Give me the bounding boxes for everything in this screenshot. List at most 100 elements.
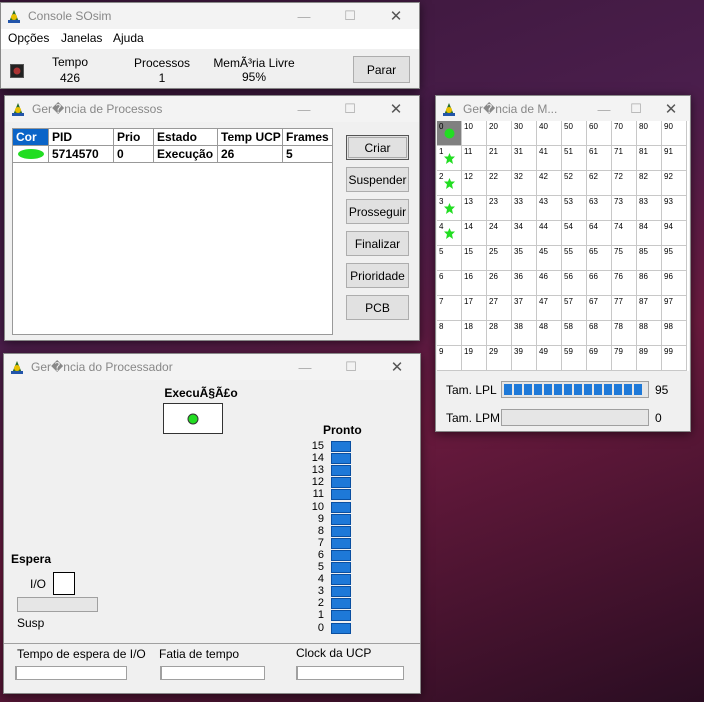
- cpu-clock-slider[interactable]: [296, 666, 404, 680]
- memory-frame[interactable]: 42: [537, 171, 562, 196]
- memory-frame[interactable]: 43: [537, 196, 562, 221]
- memory-frame[interactable]: 19: [462, 346, 487, 371]
- memory-frame[interactable]: 10: [462, 121, 487, 146]
- memory-frame[interactable]: 82: [637, 171, 662, 196]
- memory-frame[interactable]: 99: [662, 346, 687, 371]
- memory-frame[interactable]: 54: [562, 221, 587, 246]
- resume-button[interactable]: Prosseguir: [346, 199, 409, 224]
- memory-frame[interactable]: 62: [587, 171, 612, 196]
- memory-frame[interactable]: 59: [562, 346, 587, 371]
- memory-frame[interactable]: 23: [487, 196, 512, 221]
- memory-frame[interactable]: 21: [487, 146, 512, 171]
- memory-frame[interactable]: 8: [437, 321, 462, 346]
- pcb-button[interactable]: PCB: [346, 295, 409, 320]
- memory-frame[interactable]: 37: [512, 296, 537, 321]
- memory-frame[interactable]: 32: [512, 171, 537, 196]
- memory-frame[interactable]: 39: [512, 346, 537, 371]
- suspend-button[interactable]: Suspender: [346, 167, 409, 192]
- close-button[interactable]: ✕: [374, 354, 420, 380]
- memory-frame[interactable]: 81: [637, 146, 662, 171]
- memory-frame[interactable]: 53: [562, 196, 587, 221]
- memory-frame[interactable]: 6: [437, 271, 462, 296]
- memory-frame[interactable]: 47: [537, 296, 562, 321]
- process-frames-cell[interactable]: 5: [283, 146, 333, 163]
- memory-frame[interactable]: 13: [462, 196, 487, 221]
- memory-frame[interactable]: 89: [637, 346, 662, 371]
- maximize-button[interactable]: ☐: [620, 96, 652, 122]
- memory-frame[interactable]: 66: [587, 271, 612, 296]
- column-header-color[interactable]: Cor: [13, 129, 49, 146]
- memory-frame[interactable]: 56: [562, 271, 587, 296]
- memory-frame[interactable]: 79: [612, 346, 637, 371]
- memory-frame[interactable]: 31: [512, 146, 537, 171]
- memory-frame[interactable]: 83: [637, 196, 662, 221]
- memory-frame[interactable]: 67: [587, 296, 612, 321]
- process-color-cell[interactable]: [13, 146, 49, 163]
- memory-frame[interactable]: 73: [612, 196, 637, 221]
- memory-frame[interactable]: 41: [537, 146, 562, 171]
- memory-frame[interactable]: 76: [612, 271, 637, 296]
- menu-ajuda[interactable]: Ajuda: [113, 31, 144, 45]
- memory-frame[interactable]: 7: [437, 296, 462, 321]
- finish-button[interactable]: Finalizar: [346, 231, 409, 256]
- memory-frame[interactable]: 20: [487, 121, 512, 146]
- memory-frame[interactable]: 26: [487, 271, 512, 296]
- memory-frame[interactable]: 71: [612, 146, 637, 171]
- stop-button[interactable]: Parar: [353, 56, 410, 83]
- column-header-pid[interactable]: PID: [49, 129, 114, 146]
- memory-frame[interactable]: 61: [587, 146, 612, 171]
- memory-frame[interactable]: 33: [512, 196, 537, 221]
- close-button[interactable]: ✕: [652, 96, 690, 122]
- memory-manager-titlebar[interactable]: Ger�ncia de M... — ☐ ✕: [436, 96, 690, 122]
- memory-frame[interactable]: 85: [637, 246, 662, 271]
- process-state-cell[interactable]: Execução: [154, 146, 218, 163]
- memory-frame[interactable]: 16: [462, 271, 487, 296]
- column-header-prio[interactable]: Prio: [114, 129, 154, 146]
- memory-frame[interactable]: 78: [612, 321, 637, 346]
- io-wait-slider[interactable]: [15, 666, 127, 680]
- memory-frame[interactable]: 49: [537, 346, 562, 371]
- memory-frame[interactable]: 44: [537, 221, 562, 246]
- memory-frame[interactable]: 25: [487, 246, 512, 271]
- close-button[interactable]: ✕: [373, 3, 419, 29]
- memory-frame[interactable]: 12: [462, 171, 487, 196]
- memory-frame[interactable]: 58: [562, 321, 587, 346]
- memory-frame[interactable]: 97: [662, 296, 687, 321]
- memory-frame[interactable]: 94: [662, 221, 687, 246]
- close-button[interactable]: ✕: [373, 96, 419, 122]
- memory-frame[interactable]: 38: [512, 321, 537, 346]
- memory-frame[interactable]: 3: [437, 196, 462, 221]
- time-slice-slider[interactable]: [160, 666, 265, 680]
- memory-frame[interactable]: 28: [487, 321, 512, 346]
- memory-frame[interactable]: 95: [662, 246, 687, 271]
- memory-frame[interactable]: 80: [637, 121, 662, 146]
- memory-frame[interactable]: 9: [437, 346, 462, 371]
- memory-frame[interactable]: 5: [437, 246, 462, 271]
- memory-frame[interactable]: 68: [587, 321, 612, 346]
- menu-janelas[interactable]: Janelas: [61, 31, 102, 45]
- memory-frame[interactable]: 84: [637, 221, 662, 246]
- memory-frame[interactable]: 60: [587, 121, 612, 146]
- memory-frame[interactable]: 18: [462, 321, 487, 346]
- minimize-button[interactable]: —: [588, 96, 620, 122]
- memory-frame[interactable]: 77: [612, 296, 637, 321]
- memory-frame[interactable]: 98: [662, 321, 687, 346]
- memory-frame[interactable]: 40: [537, 121, 562, 146]
- column-header-state[interactable]: Estado: [154, 129, 218, 146]
- memory-frame[interactable]: 86: [637, 271, 662, 296]
- memory-frame[interactable]: 45: [537, 246, 562, 271]
- memory-frame[interactable]: 93: [662, 196, 687, 221]
- memory-frame[interactable]: 34: [512, 221, 537, 246]
- memory-frame[interactable]: 14: [462, 221, 487, 246]
- memory-frame[interactable]: 2: [437, 171, 462, 196]
- memory-frame[interactable]: 90: [662, 121, 687, 146]
- process-manager-titlebar[interactable]: Ger�ncia de Processos — ☐ ✕: [5, 96, 419, 122]
- memory-frame[interactable]: 52: [562, 171, 587, 196]
- memory-frame[interactable]: 48: [537, 321, 562, 346]
- memory-frame[interactable]: 24: [487, 221, 512, 246]
- minimize-button[interactable]: —: [281, 3, 327, 29]
- memory-frame[interactable]: 72: [612, 171, 637, 196]
- memory-frame[interactable]: 74: [612, 221, 637, 246]
- memory-frame[interactable]: 64: [587, 221, 612, 246]
- memory-frame[interactable]: 87: [637, 296, 662, 321]
